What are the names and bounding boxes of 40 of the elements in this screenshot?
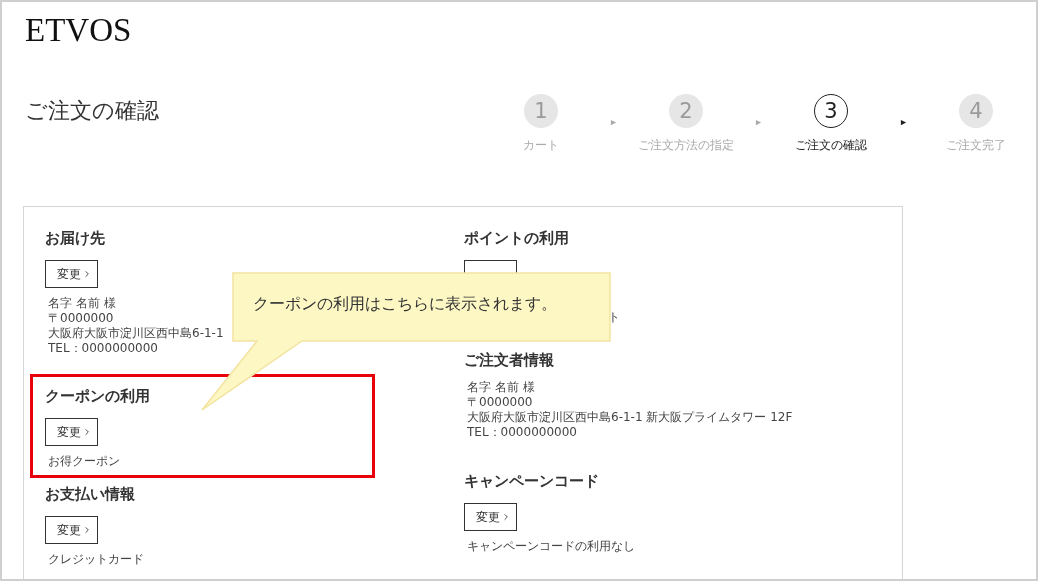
info-text: TEL：0000000000 <box>467 425 577 440</box>
section-heading: お支払い情報 <box>45 485 136 503</box>
step-number: 3 <box>814 94 848 128</box>
step-number: 1 <box>524 94 558 128</box>
info-text: クレジットカード <box>48 552 144 567</box>
info-text: ト <box>608 310 620 325</box>
arrow-icon <box>900 119 907 126</box>
section-heading: ポイントの利用 <box>464 229 570 247</box>
step-label: ご注文方法の指定 <box>638 137 734 154</box>
section-heading: クーポンの利用 <box>45 387 151 405</box>
section-heading: お届け先 <box>45 229 106 247</box>
section-heading: キャンペーンコード <box>464 472 600 490</box>
info-text: 〒0000000 <box>48 311 114 326</box>
chevron-icon <box>85 526 89 534</box>
info-text: 〒0000000 <box>467 395 533 410</box>
step-number: 4 <box>959 94 993 128</box>
arrow-icon <box>610 119 617 126</box>
chevron-icon <box>504 513 508 521</box>
step-label: ご注文の確認 <box>795 137 867 154</box>
chevron-icon <box>85 270 89 278</box>
logo: ETVOS <box>25 11 132 49</box>
callout-text: クーポンの利用はこちらに表示されます。 <box>253 294 557 315</box>
step-number: 2 <box>669 94 703 128</box>
change-button[interactable]: 変更 <box>45 516 98 544</box>
step-label: ご注文完了 <box>946 137 1006 154</box>
info-text: 名字 名前 様 <box>48 296 116 311</box>
page-title: ご注文の確認 <box>25 97 159 125</box>
section-heading: ご注文者情報 <box>464 351 555 369</box>
info-text: TEL：0000000000 <box>48 341 158 356</box>
change-button[interactable]: 変更 <box>45 418 98 446</box>
change-button[interactable]: 変更 <box>45 260 98 288</box>
step-label: カート <box>523 137 559 154</box>
chevron-icon <box>85 428 89 436</box>
arrow-icon <box>755 119 762 126</box>
info-text: キャンペーンコードの利用なし <box>467 539 635 554</box>
info-text: 大阪府大阪市淀川区西中島6-1-1 <box>48 326 224 341</box>
info-text: 名字 名前 様 <box>467 380 535 395</box>
info-text: お得クーポン <box>48 454 120 469</box>
info-text: 大阪府大阪市淀川区西中島6-1-1 新大阪プライムタワー 12F <box>467 410 793 425</box>
change-button[interactable]: 変更 <box>464 503 517 531</box>
